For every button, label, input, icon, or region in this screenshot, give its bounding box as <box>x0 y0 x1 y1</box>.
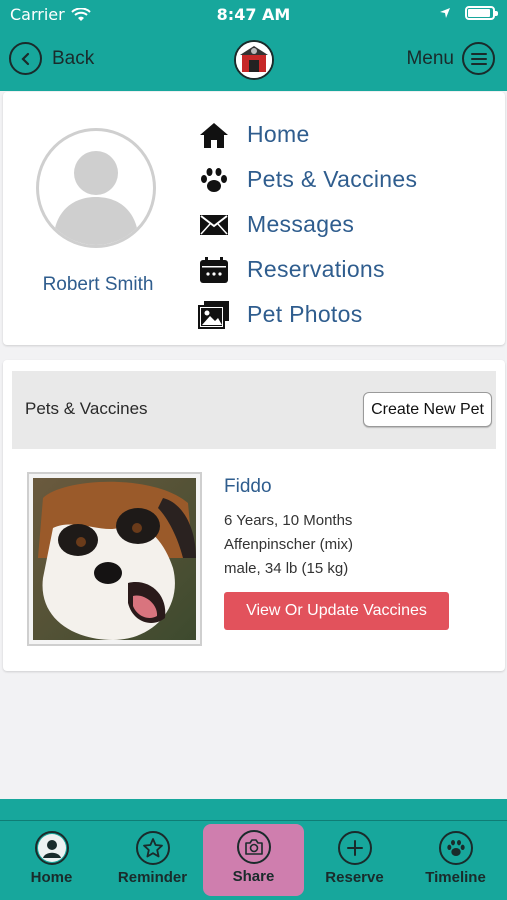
photos-icon <box>197 298 231 332</box>
bottom-tab-bar: Home Reminder Share Reserve Timeline <box>0 820 507 900</box>
pet-sex-weight: male, 34 lb (15 kg) <box>224 560 349 577</box>
menu-item-home[interactable]: Home <box>197 112 417 157</box>
avatar-placeholder-icon <box>53 151 139 245</box>
star-icon <box>135 831 170 865</box>
profile-menu: Home Pets & Vaccines Messages Reservatio… <box>197 112 417 337</box>
menu-item-pet-photos[interactable]: Pet Photos <box>197 292 417 337</box>
pet-breed: Affenpinscher (mix) <box>224 536 353 553</box>
home-icon <box>197 118 231 152</box>
paw-icon <box>197 163 231 197</box>
camera-icon <box>236 830 271 864</box>
tab-bar-top-strip <box>0 799 507 820</box>
back-chevron-icon <box>9 42 42 75</box>
menu-item-label: Reservations <box>247 256 385 282</box>
tab-label: Reserve <box>325 869 384 886</box>
status-indicators <box>439 6 498 20</box>
menu-item-label: Home <box>247 121 310 147</box>
nav-bar: Back Menu <box>0 38 507 82</box>
menu-item-pets-vaccines[interactable]: Pets & Vaccines <box>197 157 417 202</box>
app-logo <box>234 40 274 80</box>
envelope-icon <box>197 208 231 242</box>
calendar-icon <box>197 253 231 287</box>
dog-photo <box>33 478 196 640</box>
menu-item-label: Messages <box>247 211 355 237</box>
menu-button[interactable]: Menu <box>406 42 495 75</box>
app-header: Carrier 8:47 AM Back Menu <box>0 0 507 91</box>
menu-label: Menu <box>406 47 454 69</box>
status-bar: Carrier 8:47 AM <box>0 0 507 30</box>
tab-reserve[interactable]: Reserve <box>304 821 405 900</box>
pet-photo[interactable] <box>27 472 202 646</box>
profile-card: Robert Smith Home Pets & Vaccines Messag… <box>3 92 505 345</box>
pet-age: 6 Years, 10 Months <box>224 512 353 529</box>
menu-item-reservations[interactable]: Reservations <box>197 247 417 292</box>
section-title: Pets & Vaccines <box>25 399 148 418</box>
battery-icon <box>465 6 498 20</box>
tab-label: Home <box>30 869 73 886</box>
pet-name[interactable]: Fiddo <box>224 476 272 498</box>
user-name[interactable]: Robert Smith <box>3 274 193 296</box>
pets-section-header: Pets & Vaccines Create New Pet <box>12 371 496 449</box>
status-time: 8:47 AM <box>216 5 291 24</box>
tab-label: Reminder <box>117 869 188 886</box>
create-new-pet-button[interactable]: Create New Pet <box>363 392 492 427</box>
tab-label: Share <box>232 868 275 885</box>
tab-home[interactable]: Home <box>1 821 102 900</box>
back-button[interactable]: Back <box>9 42 94 75</box>
menu-item-label: Pet Photos <box>247 301 363 327</box>
pets-card: Pets & Vaccines Create New Pet Fiddo 6 Y… <box>3 360 505 671</box>
tab-label: Timeline <box>425 869 486 886</box>
location-arrow-icon <box>440 8 450 18</box>
tab-share[interactable]: Share <box>203 824 304 896</box>
tab-timeline[interactable]: Timeline <box>405 821 506 900</box>
avatar[interactable] <box>36 128 156 248</box>
view-update-vaccines-button[interactable]: View Or Update Vaccines <box>224 592 449 630</box>
user-icon <box>34 831 69 865</box>
tab-reminder[interactable]: Reminder <box>102 821 203 900</box>
menu-item-label: Pets & Vaccines <box>247 166 418 192</box>
hamburger-icon <box>462 42 495 75</box>
plus-icon <box>337 831 372 865</box>
back-label: Back <box>52 47 95 69</box>
menu-item-messages[interactable]: Messages <box>197 202 417 247</box>
paw-icon <box>438 831 473 865</box>
